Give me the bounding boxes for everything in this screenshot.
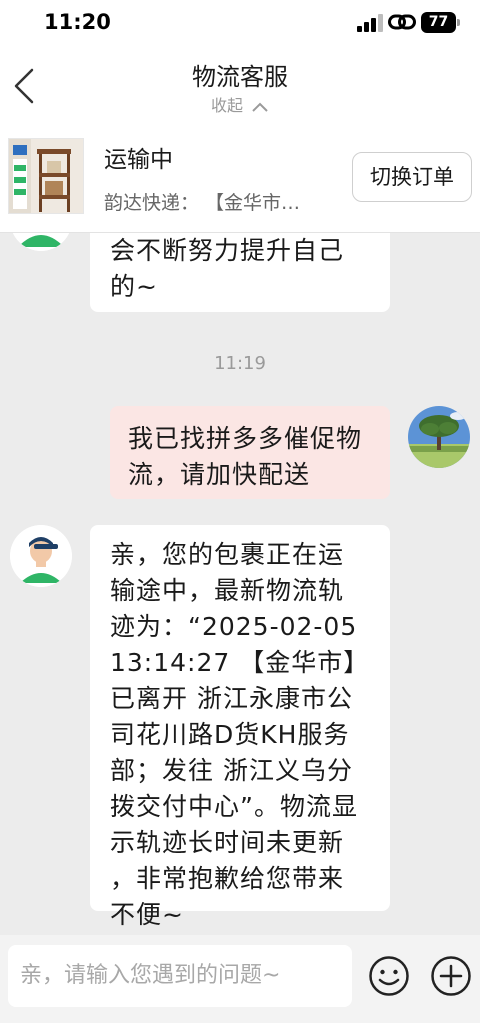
switch-order-button[interactable]: 切换订单 (352, 152, 472, 202)
product-thumbnail[interactable] (8, 138, 84, 214)
user-avatar-image (408, 406, 470, 468)
message-line: 拨交付中心”。物流显 (110, 792, 358, 821)
message-line: 流，请加快配送 (128, 460, 311, 489)
link-icon (388, 14, 416, 30)
message-line: 13:14:27 【金华市】 (110, 648, 370, 677)
message-line: 的~ (110, 272, 158, 301)
agent-avatar-icon (12, 233, 70, 251)
battery-icon: 77 (421, 12, 460, 33)
message-line: 部；发往 浙江义乌分 (110, 756, 353, 785)
agent-avatar-icon (10, 525, 72, 587)
add-icon[interactable] (430, 955, 472, 997)
message-line: 已离开 浙江永康市公 (110, 684, 353, 713)
message-line: 司花川路D货KH服务 (110, 720, 350, 749)
input-bar: 亲，请输入您遇到的问题~ (0, 935, 480, 1023)
message-timestamp: 11:19 (214, 353, 266, 374)
agent-avatar[interactable] (10, 525, 72, 587)
page-title: 物流客服 (192, 63, 288, 91)
message-line: 我已找拼多多催促物 (128, 424, 363, 453)
message-bubble-agent: 会不断努力提升自己 的~ (90, 233, 390, 312)
message-line: 亲，您的包裹正在运 (110, 540, 345, 569)
message-line: 不便~ (110, 900, 184, 929)
collapse-label: 收起 (210, 96, 243, 115)
nav-bar: 物流客服 收起 (0, 48, 480, 124)
message-bubble-user: 我已找拼多多催促物 流，请加快配送 (110, 406, 390, 499)
status-bar: 11:20 77 (0, 0, 480, 48)
status-time: 11:20 (44, 10, 111, 34)
signal-icon (357, 14, 383, 32)
agent-avatar (10, 233, 72, 251)
user-avatar[interactable] (408, 406, 470, 468)
order-status: 运输中 (104, 147, 173, 173)
message-input[interactable]: 亲，请输入您遇到的问题~ (8, 945, 352, 1007)
order-card[interactable]: 运输中 韵达快递： 【金华市… 切换订单 (0, 124, 480, 233)
logistics-summary: 韵达快递： 【金华市… (104, 192, 301, 214)
message-line: 示轨迹长时间未更新 (110, 828, 345, 857)
emoji-icon[interactable] (368, 955, 410, 997)
message-line: 输途中，最新物流轨 (110, 576, 345, 605)
message-bubble-agent: 亲，您的包裹正在运 输途中，最新物流轨 迹为：“2025-02-05 13:14… (90, 525, 390, 929)
chevron-up-icon (252, 102, 268, 112)
chat-area[interactable]: 会不断努力提升自己 的~ 11:19 我已找拼多多催促物 流，请加快配送 亲，您… (0, 233, 480, 935)
message-line: 迹为：“2025-02-05 (110, 612, 358, 641)
message-line: ，非常抱歉给您带来 (110, 864, 345, 893)
message-line: 会不断努力提升自己 (110, 236, 345, 265)
collapse-toggle[interactable]: 收起 (0, 92, 480, 116)
product-image (9, 139, 83, 213)
